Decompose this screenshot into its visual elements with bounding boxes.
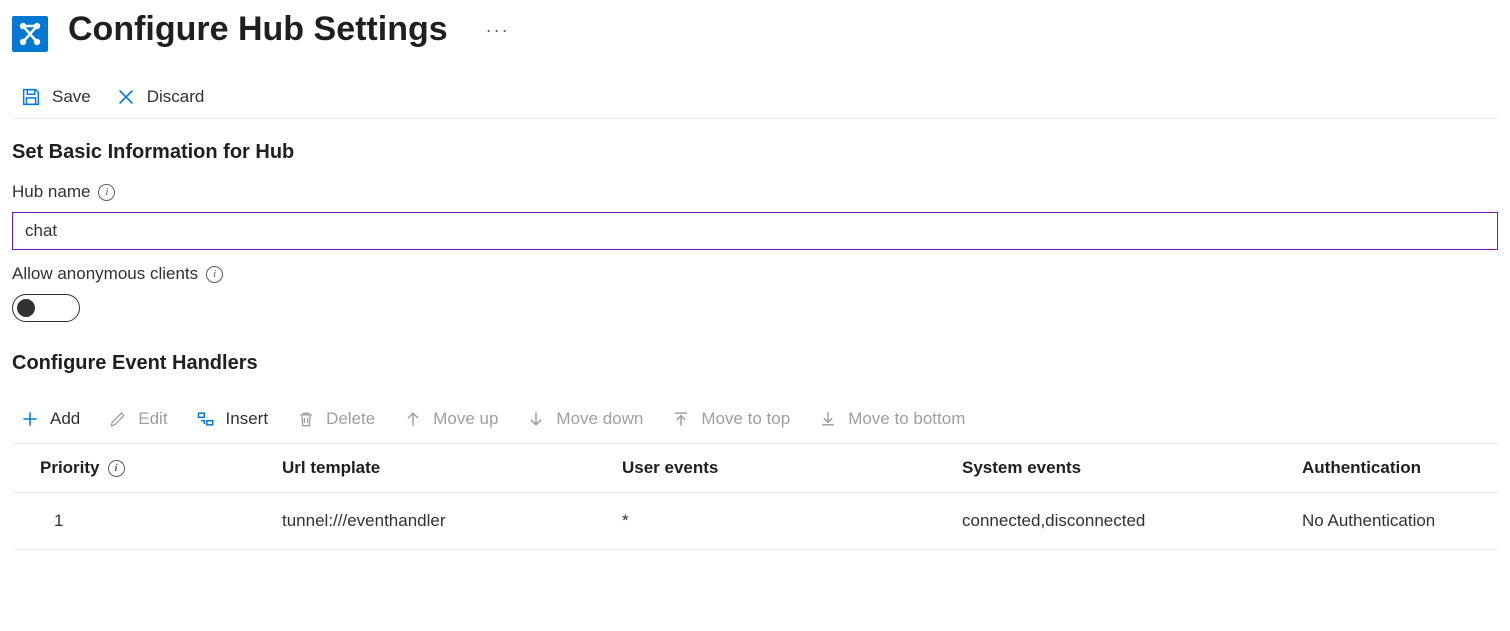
- insert-label: Insert: [226, 409, 269, 429]
- allow-anonymous-label: Allow anonymous clients: [12, 264, 198, 284]
- edit-label: Edit: [138, 409, 167, 429]
- arrow-top-icon: [671, 409, 691, 429]
- move-to-bottom-button[interactable]: Move to bottom: [818, 409, 965, 429]
- col-url-template: Url template: [282, 458, 622, 478]
- cell-authentication: No Authentication: [1302, 511, 1498, 531]
- move-down-label: Move down: [556, 409, 643, 429]
- move-to-top-label: Move to top: [701, 409, 790, 429]
- info-icon[interactable]: i: [206, 266, 223, 283]
- move-up-label: Move up: [433, 409, 498, 429]
- cell-priority: 1: [12, 511, 282, 531]
- move-to-top-button[interactable]: Move to top: [671, 409, 790, 429]
- col-user-events: User events: [622, 458, 962, 478]
- hub-name-label: Hub name: [12, 182, 90, 202]
- info-icon[interactable]: i: [108, 460, 125, 477]
- save-icon: [20, 86, 42, 108]
- save-button[interactable]: Save: [20, 86, 91, 108]
- add-label: Add: [50, 409, 80, 429]
- delete-label: Delete: [326, 409, 375, 429]
- delete-button[interactable]: Delete: [296, 409, 375, 429]
- cell-user-events: *: [622, 511, 962, 531]
- trash-icon: [296, 409, 316, 429]
- arrow-bottom-icon: [818, 409, 838, 429]
- move-to-bottom-label: Move to bottom: [848, 409, 965, 429]
- more-actions-button[interactable]: ···: [486, 20, 510, 41]
- add-button[interactable]: Add: [20, 409, 80, 429]
- discard-label: Discard: [147, 87, 205, 107]
- save-label: Save: [52, 87, 91, 107]
- insert-button[interactable]: Insert: [196, 409, 269, 429]
- hub-name-input[interactable]: [12, 212, 1498, 250]
- table-row[interactable]: 1tunnel:///eventhandler*connected,discon…: [12, 493, 1498, 550]
- toolbar-divider: [12, 118, 1498, 119]
- move-up-button[interactable]: Move up: [403, 409, 498, 429]
- arrow-down-icon: [526, 409, 546, 429]
- table-header: Priority i Url template User events Syst…: [12, 444, 1498, 493]
- plus-icon: [20, 409, 40, 429]
- cell-system-events: connected,disconnected: [962, 511, 1302, 531]
- edit-button[interactable]: Edit: [108, 409, 167, 429]
- hub-resource-icon: [12, 16, 48, 52]
- event-handlers-table: Priority i Url template User events Syst…: [12, 443, 1498, 550]
- info-icon[interactable]: i: [98, 184, 115, 201]
- page-title: Configure Hub Settings: [68, 10, 448, 49]
- col-authentication: Authentication: [1302, 458, 1498, 478]
- discard-button[interactable]: Discard: [115, 86, 205, 108]
- insert-icon: [196, 409, 216, 429]
- col-system-events: System events: [962, 458, 1302, 478]
- move-down-button[interactable]: Move down: [526, 409, 643, 429]
- section-handlers-title: Configure Event Handlers: [12, 352, 1498, 375]
- col-priority: Priority: [40, 458, 100, 478]
- cell-url-template: tunnel:///eventhandler: [282, 511, 622, 531]
- allow-anonymous-toggle[interactable]: [12, 294, 80, 322]
- section-basic-title: Set Basic Information for Hub: [12, 141, 1498, 164]
- arrow-up-icon: [403, 409, 423, 429]
- pencil-icon: [108, 409, 128, 429]
- discard-icon: [115, 86, 137, 108]
